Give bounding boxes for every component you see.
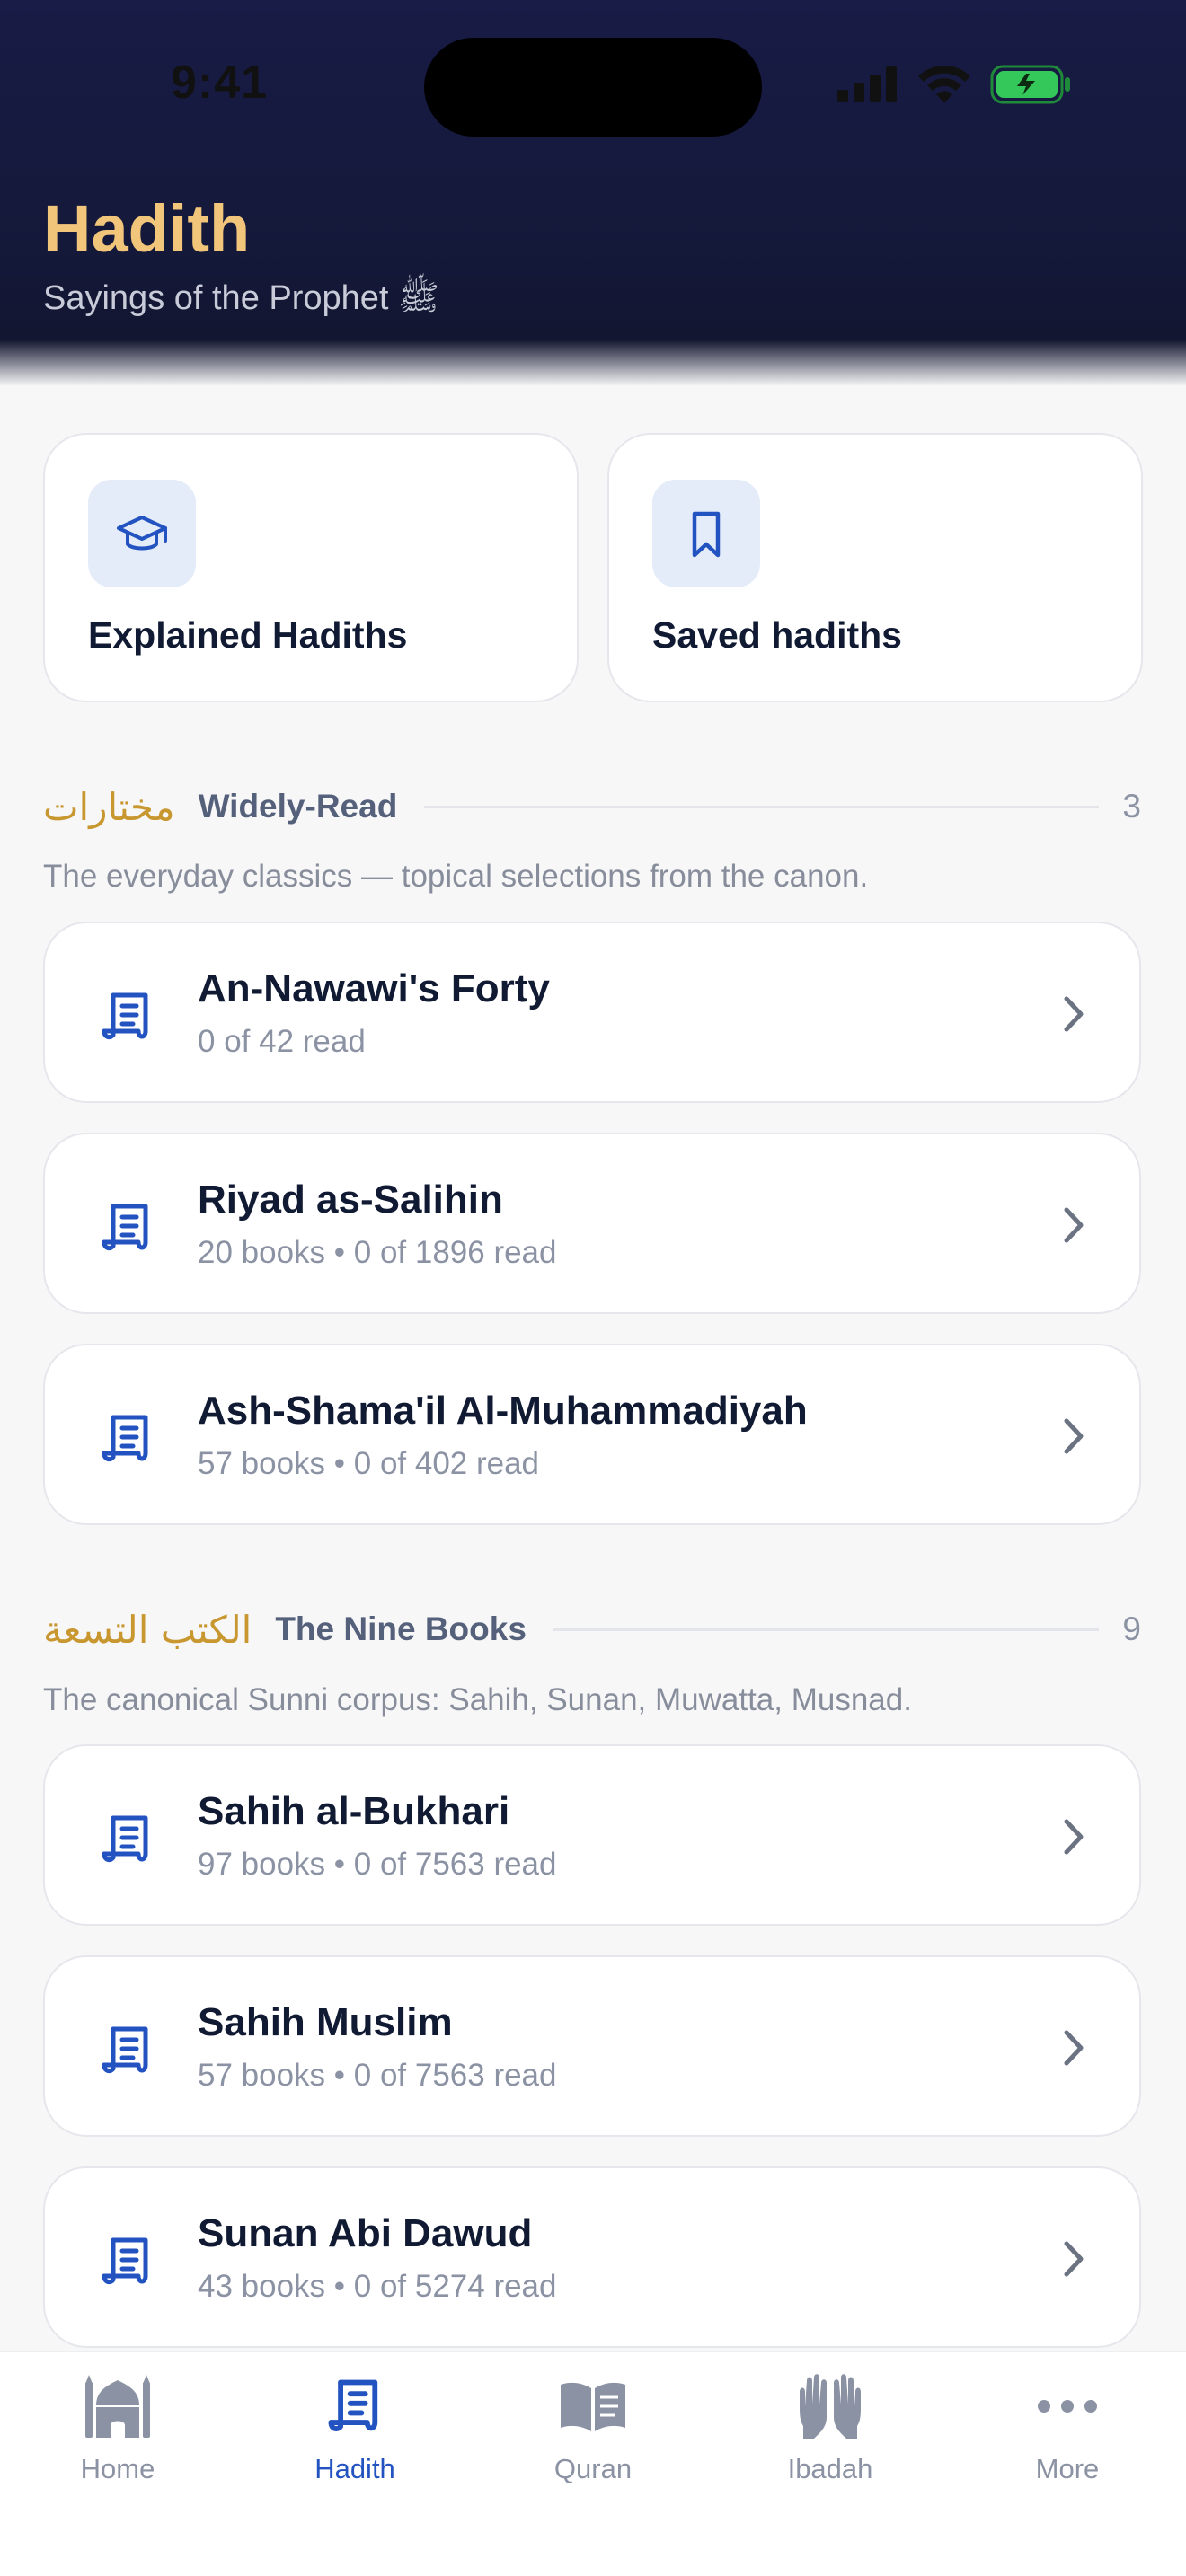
tab-hadith[interactable]: Hadith [265, 2370, 445, 2496]
praying-hands-icon [794, 2370, 866, 2442]
item-subtitle: 20 books • 0 of 1896 read [198, 1235, 557, 1270]
chevron-right-icon [1064, 1418, 1084, 1454]
item-subtitle: 57 books • 0 of 402 read [198, 1446, 540, 1481]
tab-label: Home [80, 2453, 155, 2484]
tab-ibadah[interactable]: Ibadah [740, 2370, 920, 2496]
saved-hadiths-card[interactable]: Saved hadiths [607, 433, 1143, 702]
page-title: Hadith [43, 191, 251, 266]
tab-label: Hadith [314, 2453, 395, 2484]
tab-label: Ibadah [787, 2453, 873, 2484]
collection-item-shamail[interactable]: Ash-Shama'il Al-Muhammadiyah 57 books • … [43, 1344, 1141, 1525]
scroll-icon [102, 2026, 148, 2074]
chevron-right-icon [1064, 996, 1084, 1032]
scroll-icon [102, 1204, 148, 1251]
open-book-icon [557, 2370, 629, 2442]
saved-hadiths-label: Saved hadiths [652, 614, 902, 656]
item-title: Ash-Shama'il Al-Muhammadiyah [198, 1389, 808, 1433]
collection-item-muslim[interactable]: Sahih Muslim 57 books • 0 of 7563 read [43, 1955, 1141, 2137]
dynamic-island [424, 38, 762, 137]
status-time: 9:41 [171, 57, 269, 109]
wifi-icon [918, 66, 970, 103]
scroll-icon [102, 992, 148, 1040]
section-header-widely-read: مختارات Widely-Read 3 [43, 780, 1141, 834]
item-title: Sunan Abi Dawud [198, 2211, 533, 2255]
item-title: Riyad as-Salihin [198, 1178, 503, 1222]
chevron-right-icon [1064, 2241, 1084, 2277]
tab-bar: Home Hadith Quran Ibadah More [0, 2351, 1186, 2576]
mosque-icon [82, 2370, 154, 2442]
collection-item-riyad[interactable]: Riyad as-Salihin 20 books • 0 of 1896 re… [43, 1133, 1141, 1314]
section-header-nine-books: الكتب التسعة The Nine Books 9 [43, 1602, 1141, 1656]
section-count: 9 [1122, 1610, 1141, 1647]
cellular-signal-icon [837, 66, 897, 102]
chevron-right-icon [1064, 2030, 1084, 2066]
item-subtitle: 97 books • 0 of 7563 read [198, 1847, 557, 1882]
tab-more[interactable]: More [978, 2370, 1157, 2496]
item-subtitle: 57 books • 0 of 7563 read [198, 2058, 557, 2093]
tab-label: Quran [553, 2453, 633, 2484]
status-icons [837, 65, 1071, 104]
section-divider [424, 805, 1100, 808]
chevron-right-icon [1064, 1207, 1084, 1243]
explained-hadiths-label: Explained Hadiths [88, 614, 408, 656]
scroll-icon [102, 2237, 148, 2285]
scroll-icon [102, 1815, 148, 1863]
scroll-icon [319, 2370, 391, 2442]
graduation-cap-icon [88, 480, 196, 587]
bookmark-icon [652, 480, 760, 587]
explained-hadiths-card[interactable]: Explained Hadiths [43, 433, 579, 702]
collection-item-an-nawawi[interactable]: An-Nawawi's Forty 0 of 42 read [43, 922, 1141, 1103]
item-title: Sahih Muslim [198, 2000, 453, 2044]
scroll-icon [102, 1415, 148, 1462]
item-subtitle: 43 books • 0 of 5274 read [198, 2269, 557, 2304]
tab-quran[interactable]: Quran [503, 2370, 683, 2496]
collection-item-abi-dawud[interactable]: Sunan Abi Dawud 43 books • 0 of 5274 rea… [43, 2166, 1141, 2348]
tab-label: More [1035, 2453, 1100, 2484]
more-dots-icon [1031, 2370, 1103, 2442]
section-description: The canonical Sunni corpus: Sahih, Sunan… [43, 1682, 912, 1717]
header: 9:41 Hadith Sayings of the Prophet ﷺ [0, 0, 1186, 386]
section-title: Widely-Read [198, 788, 398, 825]
item-title: Sahih al-Bukhari [198, 1789, 510, 1833]
item-title: An-Nawawi's Forty [198, 966, 550, 1010]
section-arabic-title: مختارات [43, 784, 175, 829]
collection-item-bukhari[interactable]: Sahih al-Bukhari 97 books • 0 of 7563 re… [43, 1744, 1141, 1926]
item-subtitle: 0 of 42 read [198, 1024, 366, 1059]
battery-icon [990, 65, 1070, 104]
section-title: The Nine Books [275, 1610, 527, 1647]
section-count: 3 [1122, 788, 1141, 825]
section-divider [553, 1628, 1100, 1631]
chevron-right-icon [1064, 1819, 1084, 1855]
tab-home[interactable]: Home [28, 2370, 208, 2496]
section-description: The everyday classics — topical selectio… [43, 859, 869, 894]
section-arabic-title: الكتب التسعة [43, 1607, 252, 1652]
page-subtitle: Sayings of the Prophet ﷺ [43, 279, 439, 317]
